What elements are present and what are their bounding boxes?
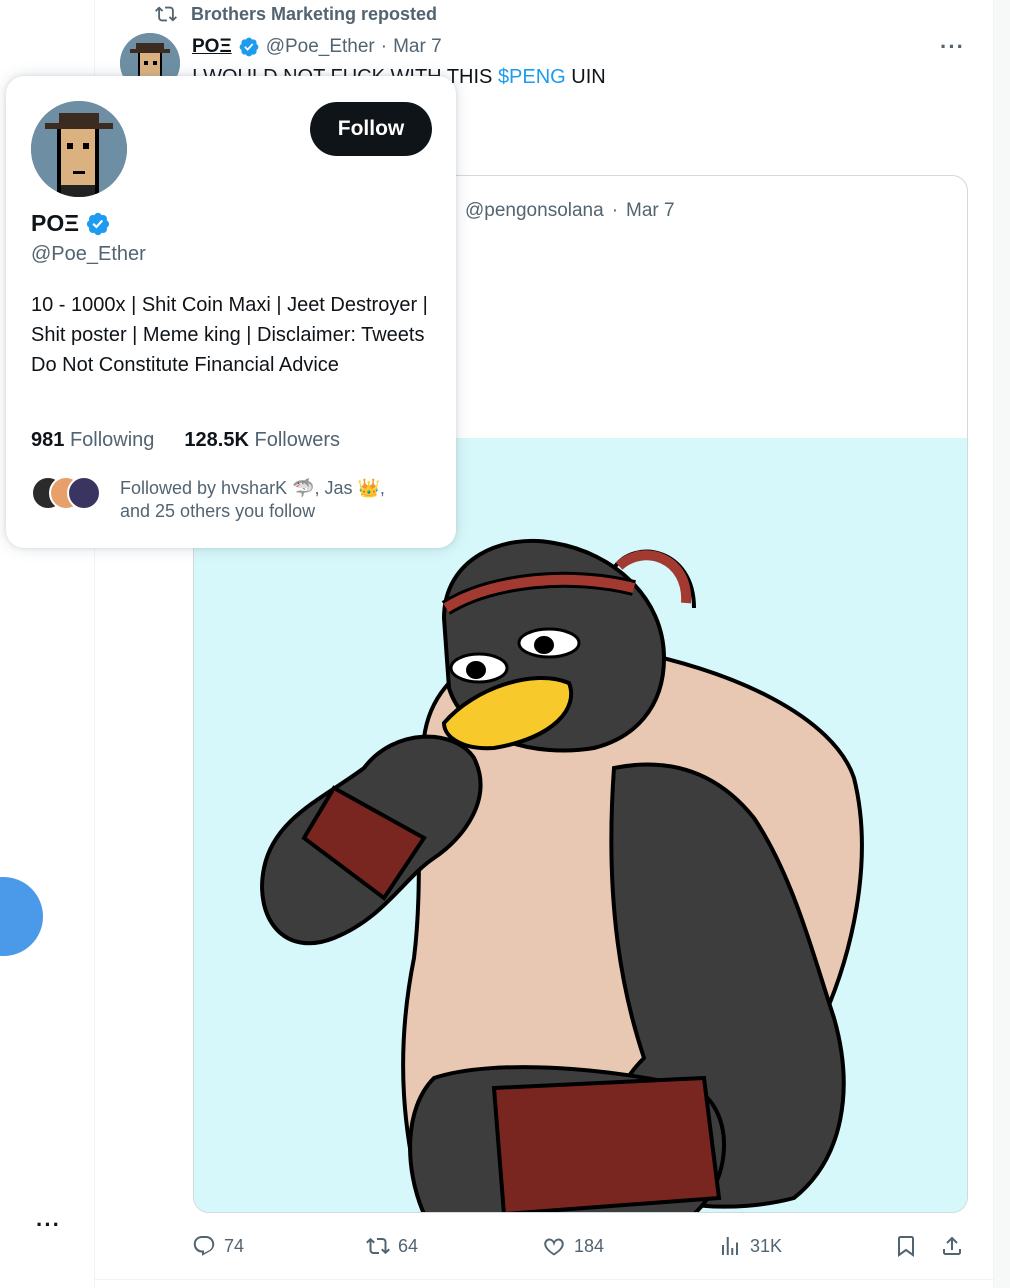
share-icon <box>943 1236 961 1255</box>
followers-link[interactable]: 128.5K Followers <box>184 429 340 452</box>
hover-card-name[interactable]: POΞ <box>31 210 79 237</box>
cashtag-link[interactable]: $PENG <box>498 66 566 88</box>
repost-icon <box>366 1237 390 1255</box>
quote-author-handle[interactable]: @pengonsolana <box>465 200 604 222</box>
repost-label[interactable]: Brothers Marketing reposted <box>191 4 437 25</box>
punk-avatar-image <box>31 101 127 197</box>
follow-button[interactable]: Follow <box>310 102 432 156</box>
followed-by[interactable]: Followed by hvsharK 🦈, Jas 👑, and 25 oth… <box>31 476 441 526</box>
rail-more-icon[interactable]: ··· <box>36 1212 61 1238</box>
dot-separator: · <box>380 36 388 57</box>
like-count: 184 <box>574 1235 605 1256</box>
reply-icon <box>193 1236 215 1256</box>
quote-header: @pengonsolana · Mar 7 <box>436 200 675 222</box>
following-link[interactable]: 981 Following <box>31 429 154 452</box>
followed-by-text: Followed by hvsharK 🦈, Jas 👑, and 25 oth… <box>120 477 385 523</box>
tweet-text-suffix: UIN <box>565 66 606 88</box>
views-chart-icon <box>722 1237 738 1255</box>
verified-badge-icon <box>86 212 110 235</box>
like-button[interactable]: 184 <box>542 1230 604 1262</box>
bookmark-button[interactable] <box>894 1230 918 1262</box>
share-button[interactable] <box>940 1230 964 1262</box>
repost-context: Brothers Marketing reposted <box>155 3 437 25</box>
tweet-author-handle[interactable]: @Poe_Ether <box>266 36 375 58</box>
quote-date[interactable]: Mar 7 <box>626 200 675 222</box>
heart-icon <box>544 1238 564 1256</box>
hover-card-stats: 981 Following 128.5K Followers <box>31 429 340 452</box>
hover-card-bio: 10 - 1000x | Shit Coin Maxi | Jeet Destr… <box>31 294 428 376</box>
profile-hover-card: Follow POΞ @Poe_Ether 10 - 1000x | Shit … <box>6 76 456 548</box>
quote-media-image[interactable] <box>194 438 967 1212</box>
followed-by-line2: and 25 others you follow <box>120 501 316 521</box>
hover-card-handle[interactable]: @Poe_Ether <box>31 243 146 266</box>
repost-button[interactable]: 64 <box>366 1230 418 1262</box>
repost-icon <box>155 6 177 22</box>
tweet-author-name[interactable]: POΞ <box>192 36 232 58</box>
followers-count: 128.5K <box>184 429 249 451</box>
dot-separator: · <box>611 200 619 221</box>
followers-label: Followers <box>254 429 341 451</box>
verified-badge-icon <box>239 37 259 57</box>
view-count: 31K <box>750 1235 783 1256</box>
penguin-meme-image <box>194 438 967 1212</box>
tweet-divider <box>95 1279 993 1280</box>
bookmark-icon <box>898 1236 914 1257</box>
tweet-date[interactable]: Mar 7 <box>393 36 442 58</box>
tweet-header: POΞ @Poe_Ether · Mar 7 <box>192 34 442 60</box>
views-button[interactable]: 31K <box>718 1230 782 1262</box>
following-count: 981 <box>31 429 65 451</box>
hover-card-name-row: POΞ <box>31 210 111 237</box>
repost-count: 64 <box>398 1235 419 1256</box>
hover-card-avatar[interactable] <box>31 101 127 197</box>
more-options-icon[interactable]: ··· <box>940 34 965 60</box>
followed-by-avatars <box>31 476 103 510</box>
reply-count: 74 <box>224 1235 245 1256</box>
right-gutter <box>993 0 1010 1288</box>
follower-avatar <box>67 476 101 510</box>
followed-by-line1: Followed by hvsharK 🦈, Jas 👑, <box>120 478 385 498</box>
following-label: Following <box>69 429 155 451</box>
reply-button[interactable]: 74 <box>192 1230 244 1262</box>
